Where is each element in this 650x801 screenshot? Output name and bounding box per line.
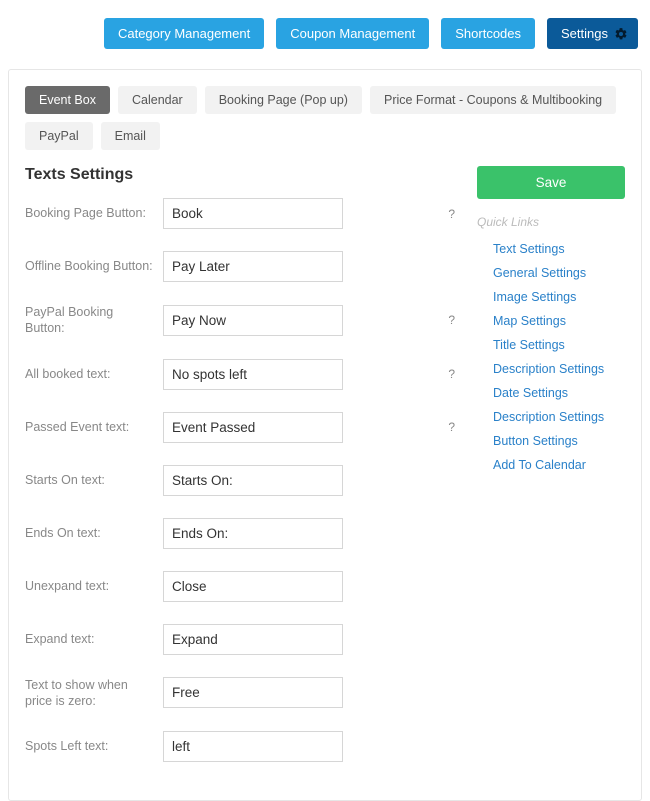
- field-label: Text to show when price is zero:: [25, 677, 163, 710]
- settings-panel: Event Box Calendar Booking Page (Pop up)…: [8, 69, 642, 801]
- field-label: Expand text:: [25, 631, 163, 647]
- quick-link-description-settings[interactable]: Description Settings: [477, 357, 625, 381]
- expand-text-input[interactable]: [163, 624, 343, 655]
- quick-link-add-to-calendar[interactable]: Add To Calendar: [477, 453, 625, 477]
- field-offline-booking-button: Offline Booking Button:: [25, 251, 455, 282]
- sidebar-column: Save Quick Links Text Settings General S…: [477, 166, 625, 784]
- settings-label: Settings: [561, 26, 608, 41]
- unexpand-text-input[interactable]: [163, 571, 343, 602]
- section-title: Texts Settings: [25, 166, 455, 184]
- field-ends-on-text: Ends On text:: [25, 518, 455, 549]
- ends-on-text-input[interactable]: [163, 518, 343, 549]
- field-spots-left-text: Spots Left text:: [25, 731, 455, 762]
- save-button[interactable]: Save: [477, 166, 625, 199]
- field-booking-page-button: Booking Page Button: ?: [25, 198, 455, 229]
- quick-link-button-settings[interactable]: Button Settings: [477, 429, 625, 453]
- starts-on-text-input[interactable]: [163, 465, 343, 496]
- field-label: All booked text:: [25, 366, 163, 382]
- quick-link-date-settings[interactable]: Date Settings: [477, 381, 625, 405]
- field-label: Ends On text:: [25, 525, 163, 541]
- coupon-management-button[interactable]: Coupon Management: [276, 18, 429, 49]
- quick-links-list: Text Settings General Settings Image Set…: [477, 237, 625, 477]
- paypal-booking-button-input[interactable]: [163, 305, 343, 336]
- all-booked-text-input[interactable]: [163, 359, 343, 390]
- field-label: Offline Booking Button:: [25, 258, 163, 274]
- form-column: Texts Settings Booking Page Button: ? Of…: [25, 166, 455, 784]
- help-icon[interactable]: ?: [448, 367, 455, 381]
- quick-link-description-settings-2[interactable]: Description Settings: [477, 405, 625, 429]
- content-area: Texts Settings Booking Page Button: ? Of…: [25, 166, 625, 784]
- quick-link-image-settings[interactable]: Image Settings: [477, 285, 625, 309]
- quick-links-title: Quick Links: [477, 215, 625, 229]
- tab-price-format[interactable]: Price Format - Coupons & Multibooking: [370, 86, 616, 114]
- tab-paypal[interactable]: PayPal: [25, 122, 93, 150]
- gear-icon: [614, 27, 628, 41]
- settings-button[interactable]: Settings: [547, 18, 638, 49]
- help-icon[interactable]: ?: [448, 420, 455, 434]
- help-icon[interactable]: ?: [448, 207, 455, 221]
- field-label: PayPal Booking Button:: [25, 304, 163, 337]
- tab-calendar[interactable]: Calendar: [118, 86, 197, 114]
- quick-link-map-settings[interactable]: Map Settings: [477, 309, 625, 333]
- field-label: Passed Event text:: [25, 419, 163, 435]
- field-label: Starts On text:: [25, 472, 163, 488]
- tabs-row: Event Box Calendar Booking Page (Pop up)…: [25, 86, 625, 150]
- field-label: Unexpand text:: [25, 578, 163, 594]
- passed-event-text-input[interactable]: [163, 412, 343, 443]
- offline-booking-button-input[interactable]: [163, 251, 343, 282]
- quick-link-text-settings[interactable]: Text Settings: [477, 237, 625, 261]
- category-management-button[interactable]: Category Management: [104, 18, 264, 49]
- help-icon[interactable]: ?: [448, 313, 455, 327]
- field-starts-on-text: Starts On text:: [25, 465, 455, 496]
- field-all-booked-text: All booked text: ?: [25, 359, 455, 390]
- spots-left-text-input[interactable]: [163, 731, 343, 762]
- field-expand-text: Expand text:: [25, 624, 455, 655]
- top-nav: Category Management Coupon Management Sh…: [0, 0, 650, 63]
- field-label: Spots Left text:: [25, 738, 163, 754]
- tab-booking-page[interactable]: Booking Page (Pop up): [205, 86, 362, 114]
- field-label: Booking Page Button:: [25, 205, 163, 221]
- tab-event-box[interactable]: Event Box: [25, 86, 110, 114]
- booking-page-button-input[interactable]: [163, 198, 343, 229]
- field-unexpand-text: Unexpand text:: [25, 571, 455, 602]
- shortcodes-button[interactable]: Shortcodes: [441, 18, 535, 49]
- quick-link-general-settings[interactable]: General Settings: [477, 261, 625, 285]
- quick-link-title-settings[interactable]: Title Settings: [477, 333, 625, 357]
- field-price-zero-text: Text to show when price is zero:: [25, 677, 455, 710]
- field-paypal-booking-button: PayPal Booking Button: ?: [25, 304, 455, 337]
- price-zero-text-input[interactable]: [163, 677, 343, 708]
- tab-email[interactable]: Email: [101, 122, 160, 150]
- field-passed-event-text: Passed Event text: ?: [25, 412, 455, 443]
